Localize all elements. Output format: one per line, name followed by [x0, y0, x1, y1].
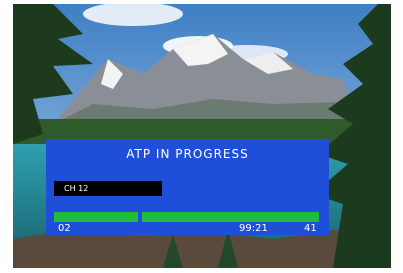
atp-progress-dialog: ATP IN PROGRESS CH 12 02 99:21 41: [46, 139, 329, 235]
time-readout: 99:21: [239, 223, 268, 234]
progress-bar-right: [142, 212, 319, 222]
progress-right-value: 41: [304, 223, 317, 234]
dialog-title: ATP IN PROGRESS: [126, 147, 249, 161]
channel-indicator: CH 12: [54, 181, 162, 196]
tv-screen: ATP IN PROGRESS CH 12 02 99:21 41: [13, 4, 391, 268]
progress-bar-left: [54, 212, 138, 222]
progress-left-value: 02: [58, 223, 71, 234]
